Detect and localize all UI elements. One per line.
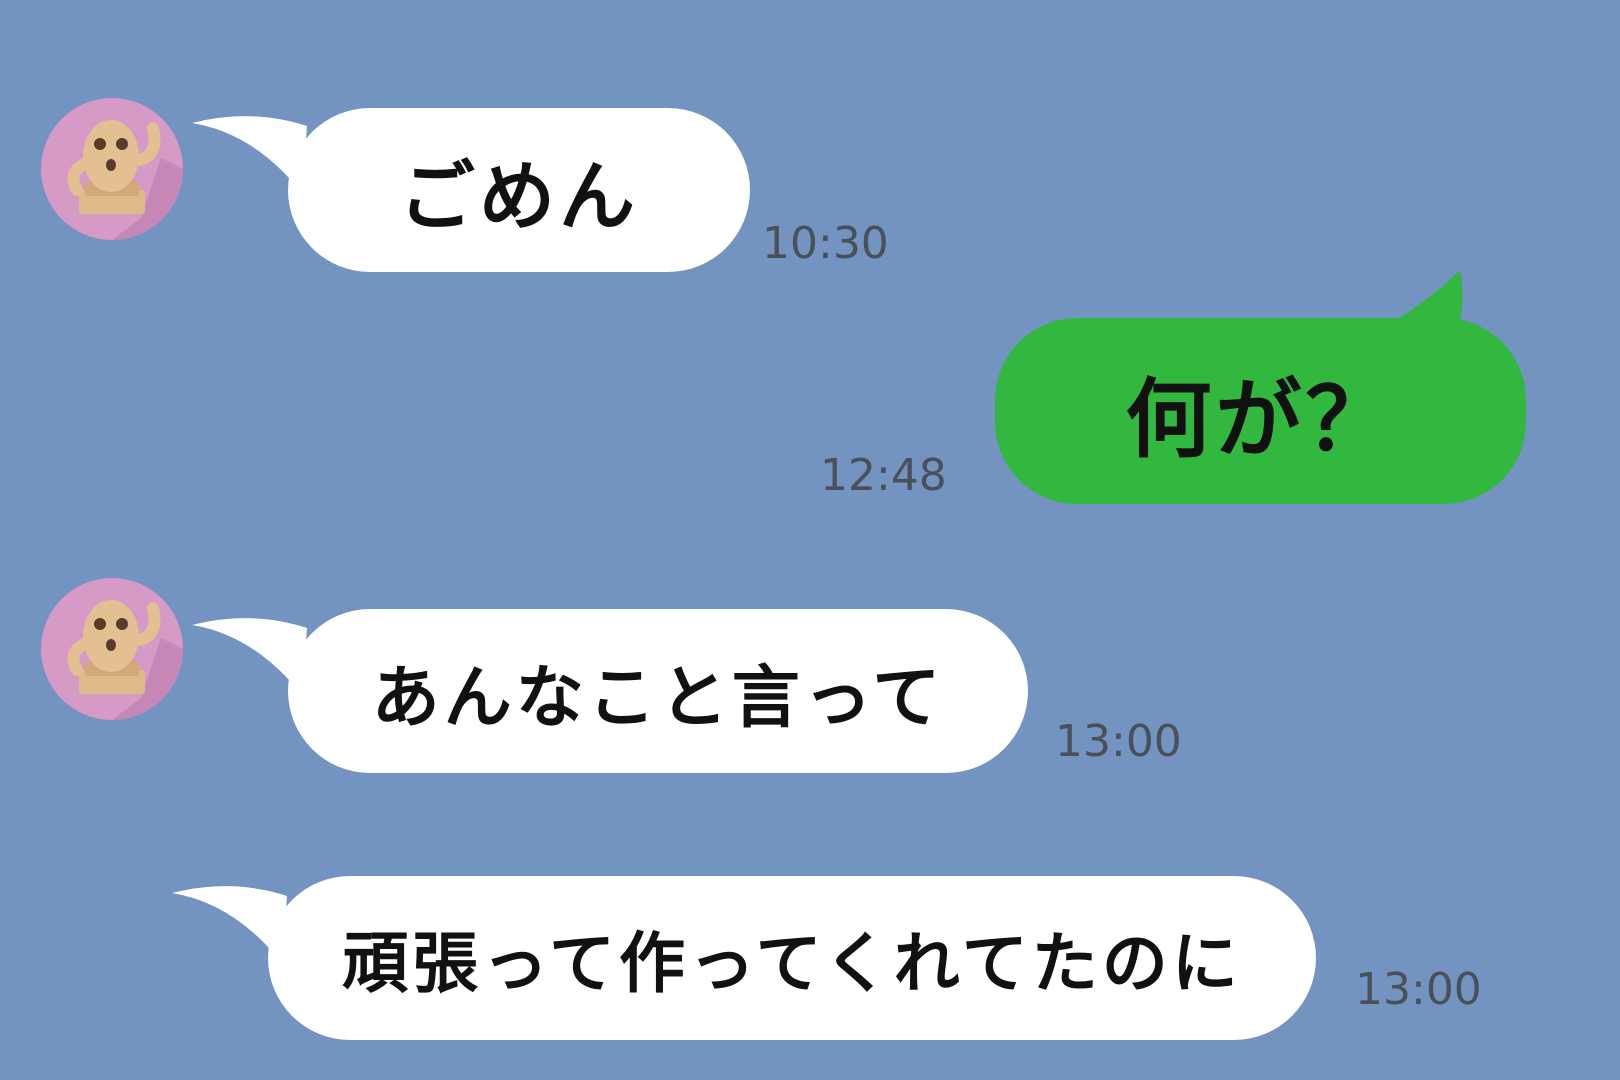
chat-thread: ごめん 10:30 何が？ 12:48 あんなこと言って 13:00 頑張って作… [0, 0, 1620, 1080]
contact-avatar[interactable] [41, 98, 183, 240]
message-text: ごめん [399, 152, 639, 241]
message-timestamp: 13:00 [1055, 716, 1182, 767]
haniwa-avatar-icon [41, 578, 183, 720]
message-timestamp: 12:48 [820, 450, 947, 501]
message-bubble[interactable]: 何が？ [995, 318, 1526, 504]
haniwa-avatar-icon [41, 98, 183, 240]
message-timestamp: 10:30 [762, 218, 889, 269]
message-text: あんなこと言って [371, 658, 945, 738]
message-text: 頑張って作ってくれてたのに [342, 925, 1242, 1002]
message-timestamp: 13:00 [1355, 964, 1482, 1015]
message-text: 何が？ [1125, 369, 1396, 470]
message-bubble[interactable]: 頑張って作ってくれてたのに [268, 876, 1316, 1040]
contact-avatar[interactable] [41, 578, 183, 720]
message-bubble[interactable]: ごめん [288, 108, 750, 272]
message-bubble[interactable]: あんなこと言って [288, 609, 1028, 773]
